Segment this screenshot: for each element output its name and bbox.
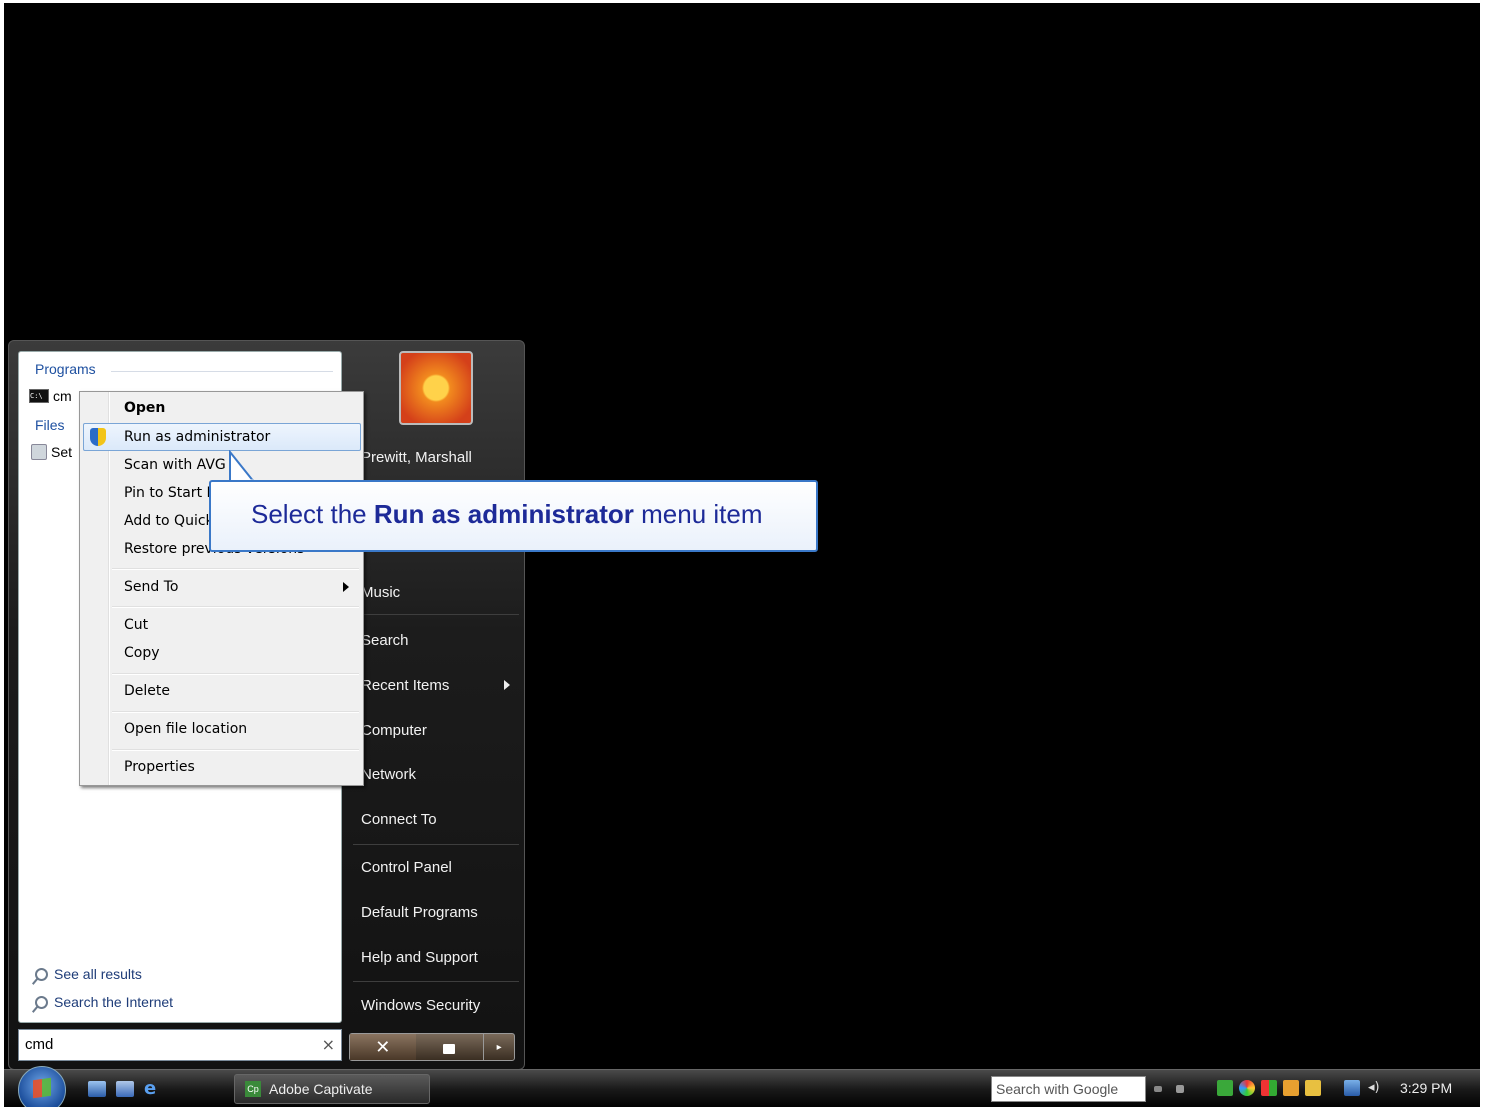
program-result-label: cm: [53, 388, 72, 404]
menu-item-pin-start[interactable]: Pin to Start M: [124, 485, 219, 501]
instruction-callout: Select the Run as administrator menu ite…: [209, 480, 818, 552]
file-result-label: Set: [51, 444, 73, 460]
taskbar: e Cp Adobe Captivate Search with Google …: [4, 1066, 1480, 1107]
menu-item-send-to[interactable]: Send To: [124, 579, 178, 595]
internet-explorer-icon[interactable]: e: [144, 1080, 162, 1098]
toolbar-icon[interactable]: [1176, 1085, 1184, 1093]
menu-item-copy[interactable]: Copy: [124, 645, 160, 661]
avg-tray-icon[interactable]: [1217, 1080, 1233, 1096]
callout-pointer: [229, 450, 257, 483]
recent-items-link[interactable]: Recent Items: [361, 677, 449, 694]
app-tray-icon[interactable]: [1283, 1080, 1299, 1096]
see-all-results-link[interactable]: See all results: [35, 966, 142, 982]
windows-security-link[interactable]: Windows Security: [361, 997, 480, 1014]
chrome-tray-icon[interactable]: [1239, 1080, 1255, 1096]
menu-separator: [112, 673, 359, 675]
power-options-arrow-button[interactable]: ▸: [483, 1034, 514, 1060]
menu-item-open[interactable]: Open: [124, 400, 165, 416]
cmd-icon: C:\: [29, 389, 49, 403]
menu-item-delete[interactable]: Delete: [124, 683, 170, 699]
start-search-box: ×: [18, 1029, 342, 1061]
control-panel-link[interactable]: Control Panel: [361, 859, 452, 876]
default-programs-link[interactable]: Default Programs: [361, 904, 478, 921]
program-result-cmd[interactable]: C:\ cm: [29, 388, 72, 404]
switch-windows-icon[interactable]: [116, 1081, 134, 1097]
menu-item-add-quick-launch[interactable]: Add to Quick: [124, 513, 214, 529]
menu-separator: [112, 749, 359, 751]
desktop: Programs C:\ cm Files Set See all result…: [4, 3, 1480, 1107]
files-section-label: Files: [35, 417, 65, 433]
user-folder-link[interactable]: Prewitt, Marshall: [361, 449, 472, 466]
menu-item-open-file-location[interactable]: Open file location: [124, 721, 247, 737]
computer-link[interactable]: Computer: [361, 722, 427, 739]
programs-section-label: Programs: [35, 361, 96, 377]
menu-item-cut[interactable]: Cut: [124, 617, 148, 633]
callout-text: Select the Run as administrator menu ite…: [251, 499, 763, 530]
see-all-results-label: See all results: [54, 966, 142, 982]
menu-separator: [112, 711, 359, 713]
magnifier-icon: [35, 995, 48, 1009]
show-desktop-icon[interactable]: [88, 1081, 106, 1097]
app-tray-icon[interactable]: [1305, 1080, 1321, 1096]
menu-item-scan-avg[interactable]: Scan with AVG: [124, 457, 226, 473]
network-tray-icon[interactable]: [1344, 1080, 1360, 1096]
menu-item-properties[interactable]: Properties: [124, 759, 195, 775]
power-buttons: ✕ ▸: [349, 1033, 515, 1061]
system-clock[interactable]: 3:29 PM: [1400, 1080, 1452, 1096]
network-link[interactable]: Network: [361, 766, 416, 783]
captivate-icon: Cp: [245, 1081, 261, 1097]
start-button[interactable]: [18, 1066, 66, 1107]
section-divider: [111, 371, 333, 372]
taskbar-button-adobe-captivate[interactable]: Cp Adobe Captivate: [234, 1074, 430, 1104]
lock-button[interactable]: [416, 1034, 484, 1060]
start-search-input[interactable]: [19, 1030, 311, 1059]
callout-emphasis: Run as administrator: [373, 499, 634, 529]
connect-to-link[interactable]: Connect To: [361, 811, 437, 828]
clear-search-icon[interactable]: ×: [322, 1035, 335, 1054]
volume-tray-icon[interactable]: ◂): [1368, 1080, 1384, 1096]
uac-shield-icon: [90, 428, 106, 446]
search-dropdown-icon[interactable]: [1154, 1086, 1162, 1092]
search-internet-link[interactable]: Search the Internet: [35, 994, 173, 1010]
shutdown-button[interactable]: ✕: [350, 1034, 416, 1060]
magnifier-icon: [35, 967, 48, 981]
lock-icon: [443, 1044, 456, 1054]
file-result-setup[interactable]: Set: [31, 444, 72, 460]
menu-separator: [112, 568, 359, 570]
music-link[interactable]: Music: [361, 584, 400, 601]
search-link[interactable]: Search: [361, 632, 409, 649]
search-internet-label: Search the Internet: [54, 994, 174, 1010]
menu-separator: [112, 606, 359, 608]
divider: [353, 614, 519, 615]
taskbar-button-label: Adobe Captivate: [269, 1081, 373, 1097]
submenu-arrow-icon: [343, 582, 349, 592]
windows-flag-tray-icon[interactable]: [1261, 1080, 1277, 1096]
help-support-link[interactable]: Help and Support: [361, 949, 478, 966]
callout-prefix: Select the: [251, 499, 374, 529]
divider: [353, 981, 519, 982]
menu-item-run-as-administrator[interactable]: Run as administrator: [124, 429, 270, 445]
callout-suffix: menu item: [633, 499, 763, 529]
divider: [353, 844, 519, 845]
google-search-field[interactable]: Search with Google: [991, 1076, 1146, 1102]
user-picture[interactable]: [399, 351, 473, 425]
setup-file-icon: [31, 444, 47, 460]
submenu-arrow-icon: [504, 680, 510, 690]
